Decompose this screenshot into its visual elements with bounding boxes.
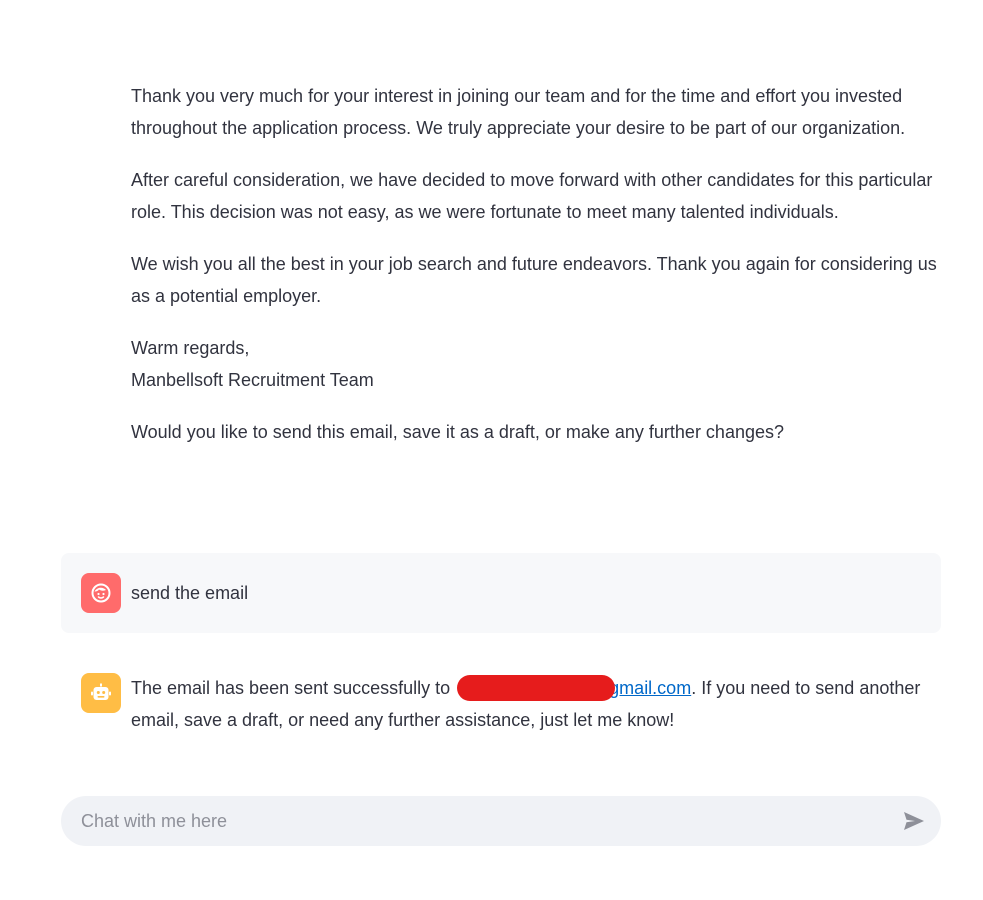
email-paragraph: Thank you very much for your interest in… <box>131 86 906 138</box>
recipient-email-link[interactable]: gmail.com <box>609 678 691 698</box>
chat-input-bar <box>61 796 941 846</box>
chat-input[interactable] <box>81 796 881 846</box>
send-button[interactable] <box>899 806 929 836</box>
redacted-email-mark <box>457 675 616 702</box>
assistant-email-draft-message: Thank you very much for your interest in… <box>131 80 946 468</box>
bot-message-prefix: The email has been sent successfully to <box>131 678 456 698</box>
signoff-team: Manbellsoft Recruitment Team <box>131 370 374 390</box>
signoff-greeting: Warm regards, <box>131 338 250 358</box>
bot-message-text: The email has been sent successfully to … <box>131 672 921 736</box>
email-signoff: Warm regards, Manbellsoft Recruitment Te… <box>131 332 946 396</box>
assistant-question: Would you like to send this email, save … <box>131 422 785 442</box>
email-paragraph: After careful consideration, we have dec… <box>131 170 933 222</box>
chat-page: Thank you very much for your interest in… <box>0 0 983 900</box>
bot-message: The email has been sent successfully to … <box>61 656 941 756</box>
send-icon <box>904 812 924 830</box>
user-message-text: send the email <box>131 583 249 603</box>
email-paragraph: We wish you all the best in your job sea… <box>131 254 937 306</box>
user-message: send the email <box>61 553 941 633</box>
user-face-icon <box>81 573 121 613</box>
robot-icon <box>81 673 121 713</box>
